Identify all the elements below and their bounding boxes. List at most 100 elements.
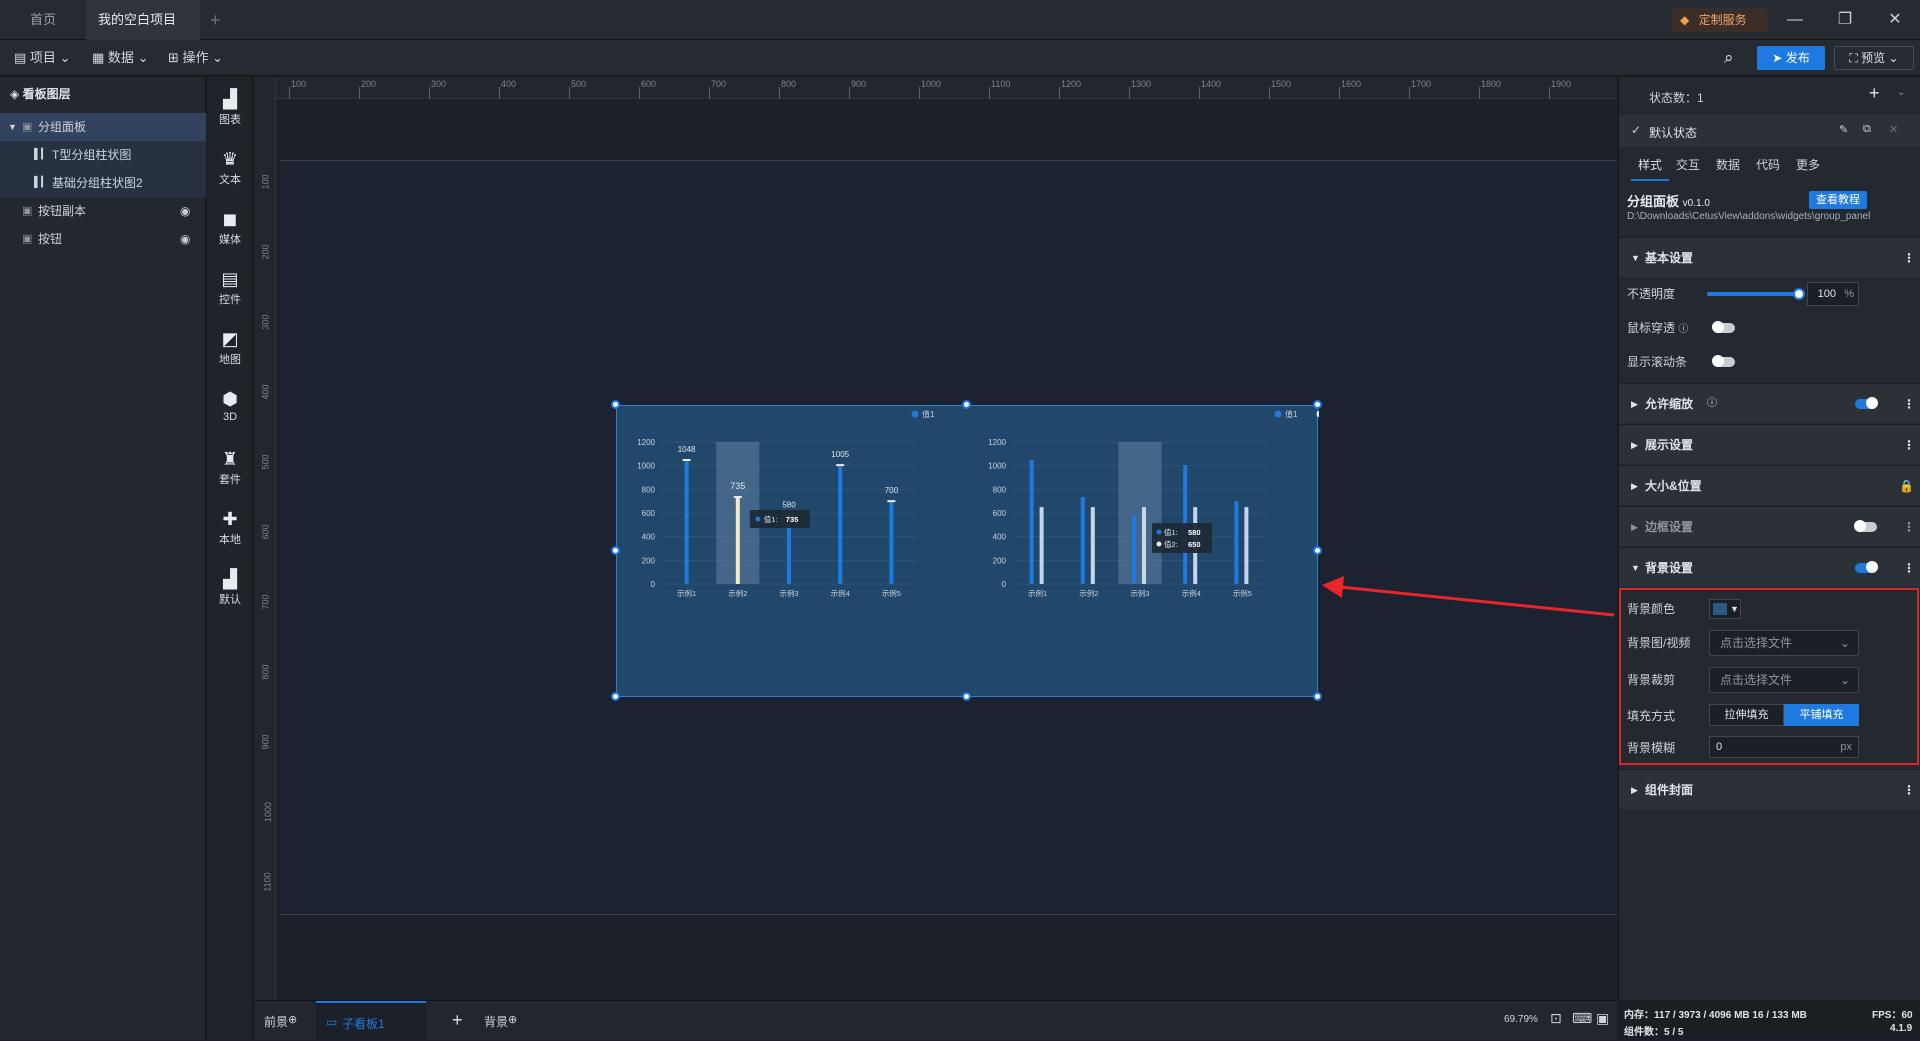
show-scroll-toggle[interactable] (1712, 355, 1735, 367)
tab-home[interactable]: 首页 (18, 0, 68, 40)
bg-color-picker[interactable]: ▼ (1709, 599, 1741, 619)
edit-icon[interactable]: ✎ (1839, 123, 1848, 136)
add-circle-icon[interactable]: ⊕ (508, 1014, 517, 1026)
more-vertical-icon[interactable]: ⋮ (1903, 238, 1915, 278)
help-icon[interactable]: ⓘ (1678, 324, 1688, 335)
background-toggle[interactable] (1855, 561, 1878, 573)
ruler-tick-label: 900 (851, 79, 867, 89)
fill-tile-option[interactable]: 平铺填充 (1784, 704, 1859, 726)
resize-handle[interactable] (611, 692, 620, 701)
state-row[interactable]: ✓ 默认状态 ✎ ⧉ ✕ (1619, 115, 1920, 147)
bg-blur-input[interactable]: 0 px (1709, 736, 1859, 758)
group-panel-widget[interactable]: 值1 0 200 400 600 800 1000 1200 示例1 1048 示例2 735 示例3 5… (616, 405, 1319, 697)
opacity-slider-fill (1707, 292, 1799, 296)
more-vertical-icon[interactable]: ⋮ (1903, 384, 1915, 424)
y-tick-label: 600 (642, 509, 656, 518)
tab-code[interactable]: 代码 (1751, 149, 1785, 181)
bg-crop-select[interactable]: 点击选择文件 ⌄ (1709, 667, 1859, 693)
eye-hidden-icon[interactable]: ◉ (180, 225, 190, 253)
search-icon[interactable]: ⌕ (1724, 48, 1734, 68)
section-size-position[interactable]: ▶ 大小&位置 🔒 (1619, 465, 1920, 505)
restore-icon[interactable]: ❐ (1825, 0, 1865, 40)
menu-operate[interactable]: ⊞ 操作 ⌄ (168, 40, 223, 76)
category-media[interactable]: ◼ 媒体 (207, 201, 253, 259)
category-label: 3D (222, 411, 238, 423)
tab-subboard[interactable]: ▭ 子看板1 (316, 1001, 426, 1041)
bar (1234, 501, 1239, 584)
minimize-icon[interactable]: — (1775, 0, 1815, 40)
resize-handle[interactable] (611, 400, 620, 409)
lock-icon[interactable]: 🔒 (1899, 466, 1914, 506)
t-bar-chart[interactable]: 值1 0 200 400 600 800 1000 1200 示例1 1048 示例2 735 示例3 5… (617, 406, 968, 606)
category-3d[interactable]: ⬢ 3D (207, 381, 253, 439)
fill-stretch-option[interactable]: 拉伸填充 (1709, 704, 1784, 726)
layer-group-panel[interactable]: ▼ ▣ 分组面板 (0, 113, 206, 141)
custom-service-button[interactable]: ◆ 定制服务 (1672, 8, 1768, 32)
layer-button[interactable]: ▣ 按钮 ◉ (0, 225, 206, 253)
eye-hidden-icon[interactable]: ◉ (180, 197, 190, 225)
keyboard-icon[interactable]: ⌨ (1572, 1010, 1592, 1027)
fit-screen-icon[interactable]: ⊡ (1550, 1010, 1562, 1027)
tab-style[interactable]: 样式 (1631, 149, 1669, 181)
more-vertical-icon[interactable]: ⋮ (1903, 425, 1915, 465)
tab-project[interactable]: 我的空白项目 (86, 0, 200, 65)
zoom-level[interactable]: 69.79% (1504, 1014, 1538, 1025)
basic-bar-chart[interactable]: 值1值2020040060080010001200示例1示例2示例3示例4示例5… (968, 406, 1319, 606)
category-local[interactable]: ✚ 本地 (207, 501, 253, 559)
layer-button-copy[interactable]: ▣ 按钮副本 ◉ (0, 197, 206, 225)
opacity-slider-thumb[interactable] (1793, 288, 1805, 300)
annotation-arrow (1322, 576, 1615, 617)
border-toggle[interactable] (1854, 520, 1877, 532)
category-chart[interactable]: ▟ 图表 (207, 81, 253, 139)
section-border[interactable]: ▶ 边框设置 ⋮ (1619, 506, 1920, 546)
menu-project[interactable]: ▤ 项目 ⌄ (14, 40, 70, 76)
resize-handle[interactable] (1313, 546, 1322, 555)
tab-interaction[interactable]: 交互 (1671, 149, 1705, 181)
tutorial-button[interactable]: 查看教程 (1809, 191, 1867, 209)
mouse-through-toggle[interactable] (1712, 321, 1735, 333)
resize-handle[interactable] (1313, 400, 1322, 409)
opacity-slider[interactable] (1707, 288, 1805, 300)
resize-handle[interactable] (1313, 692, 1322, 701)
category-kit[interactable]: ♜ 套件 (207, 441, 253, 499)
preview-button[interactable]: ⛶ 预览 ⌄ (1834, 46, 1914, 70)
add-state-button[interactable]: + (1869, 83, 1880, 104)
opacity-input[interactable]: 100% (1807, 282, 1859, 306)
close-icon[interactable]: ✕ (1889, 123, 1898, 136)
allow-zoom-toggle[interactable] (1855, 397, 1878, 409)
category-control[interactable]: ▤ 控件 (207, 261, 253, 319)
close-icon[interactable]: ✕ (1875, 0, 1915, 40)
tab-foreground[interactable]: 前景⊕ (264, 1013, 297, 1030)
resize-handle[interactable] (611, 546, 620, 555)
bg-image-select[interactable]: 点击选择文件 ⌄ (1709, 630, 1859, 656)
ruler-tick (779, 87, 780, 99)
layer-basic-bar-chart[interactable]: ▌▎ 基础分组柱状图2 (0, 169, 206, 197)
layer-t-bar-chart[interactable]: ▌▎ T型分组柱状图 (0, 141, 206, 169)
button-icon: ▣ (22, 233, 33, 245)
publish-button[interactable]: ➤ 发布 (1757, 46, 1825, 70)
more-vertical-icon[interactable]: ⋮ (1903, 770, 1915, 810)
resize-handle[interactable] (962, 692, 971, 701)
section-display[interactable]: ▶ 展示设置 ⋮ (1619, 424, 1920, 464)
add-board-button[interactable]: + (452, 1010, 463, 1031)
copy-icon[interactable]: ⧉ (1863, 123, 1871, 136)
tab-more[interactable]: 更多 (1791, 149, 1825, 181)
help-icon[interactable]: ⓘ (1707, 384, 1717, 424)
section-allow-zoom[interactable]: ▶ 允许缩放 ⓘ ⋮ (1619, 383, 1920, 423)
more-vertical-icon[interactable]: ⋮ (1903, 548, 1915, 588)
section-cover[interactable]: ▶ 组件封面 ⋮ (1619, 769, 1920, 809)
category-map[interactable]: ◩ 地图 (207, 321, 253, 379)
section-background[interactable]: ▼ 背景设置 ⋮ (1619, 547, 1920, 587)
category-text[interactable]: ♛ 文本 (207, 141, 253, 199)
more-vertical-icon[interactable]: ⋮ (1903, 507, 1915, 547)
menu-data[interactable]: ▦ 数据 ⌄ (92, 40, 148, 76)
add-circle-icon[interactable]: ⊕ (288, 1014, 297, 1026)
tab-background[interactable]: 背景⊕ (484, 1013, 517, 1030)
category-default[interactable]: ▟ 默认 (207, 561, 253, 619)
section-basic[interactable]: ▼ 基本设置 ⋮ (1619, 237, 1920, 277)
resize-handle[interactable] (962, 400, 971, 409)
new-tab-button[interactable]: + (210, 0, 221, 40)
chevron-down-icon[interactable]: ⌄ (1897, 87, 1905, 98)
tab-data[interactable]: 数据 (1711, 149, 1745, 181)
terminal-icon[interactable]: ▣ (1596, 1010, 1609, 1027)
